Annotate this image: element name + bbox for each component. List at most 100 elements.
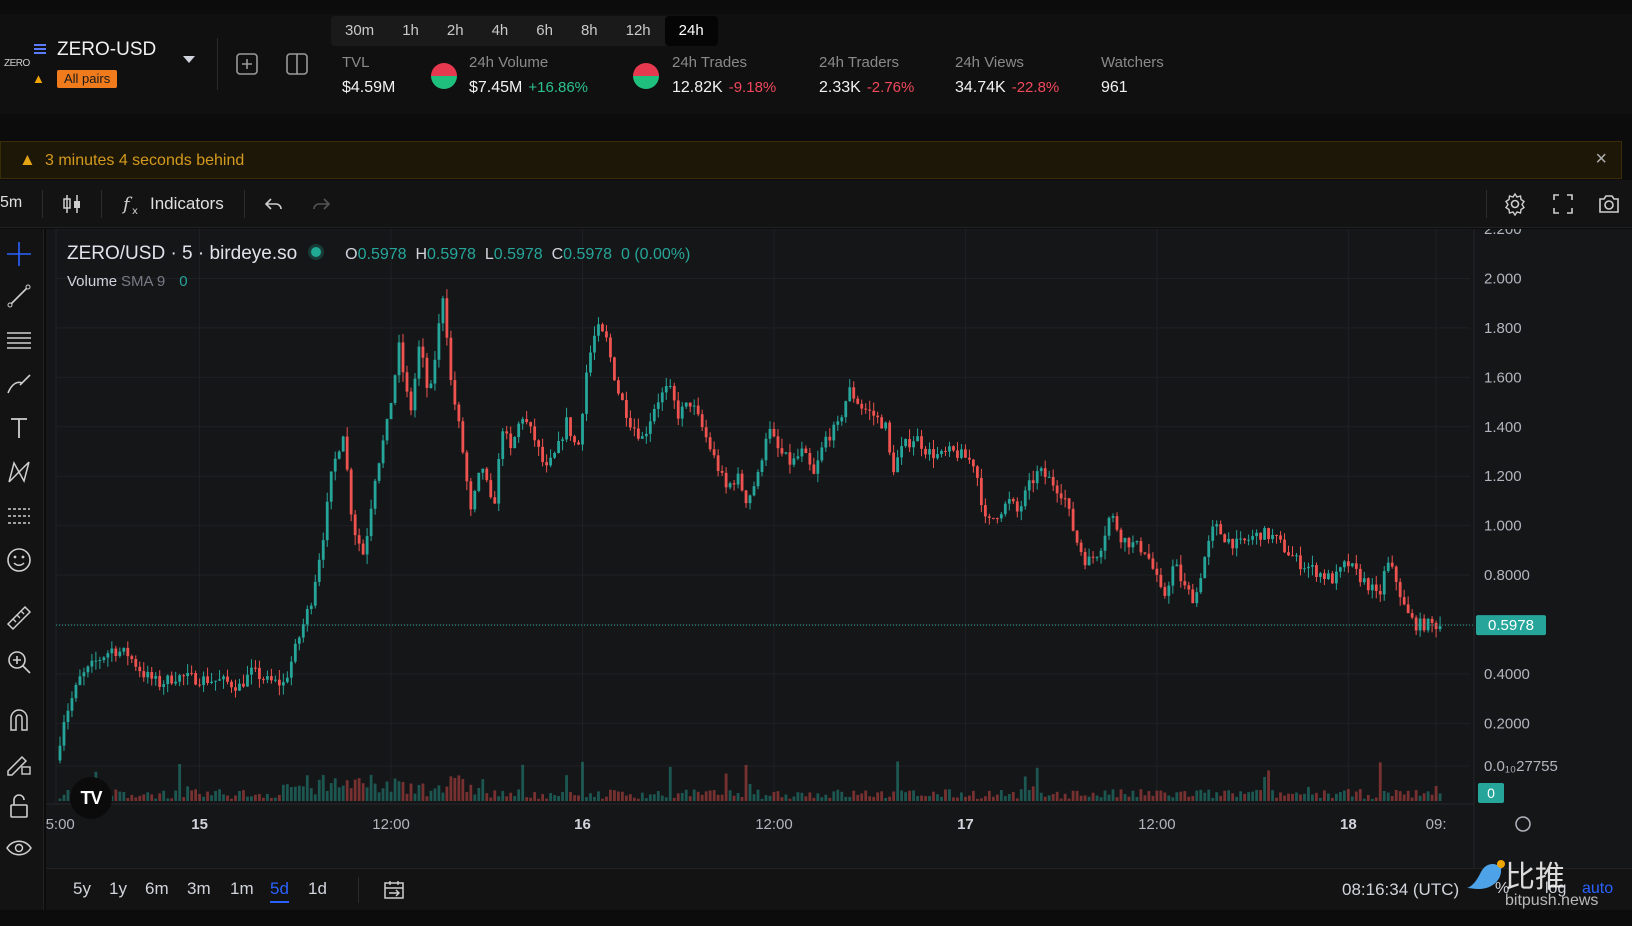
candle-body [856, 398, 860, 404]
volume-bar [752, 794, 756, 801]
candle-body [102, 657, 106, 661]
time-axis[interactable]: 15:00 15 12:00 16 12:00 17 12:00 18 09: [46, 803, 1531, 833]
eye-icon[interactable] [4, 833, 34, 863]
range-3m[interactable]: 3m [187, 879, 211, 899]
candle-body [533, 426, 537, 441]
utc-clock[interactable]: 08:16:34 (UTC) [1342, 880, 1459, 900]
range-5y[interactable]: 5y [73, 879, 91, 899]
timeframe-4h[interactable]: 4h [478, 16, 523, 46]
redo-icon[interactable] [309, 192, 333, 216]
candle-body [421, 346, 425, 358]
volume-bar [1330, 797, 1334, 801]
volume-label[interactable]: Volume [67, 273, 117, 290]
volume-bar [964, 796, 967, 801]
range-1y[interactable]: 1y [109, 879, 127, 899]
camera-icon[interactable] [1597, 192, 1621, 216]
volume-bar [876, 792, 880, 801]
candles-icon[interactable] [60, 192, 84, 216]
interval-button[interactable]: 5m [0, 194, 22, 212]
lock-icon[interactable] [4, 791, 34, 821]
volume-bar [1103, 790, 1107, 801]
add-chart-icon[interactable] [235, 52, 259, 76]
pattern-icon[interactable] [4, 457, 34, 487]
volume-bar [636, 798, 640, 801]
volume-bar [1067, 798, 1071, 801]
range-1m[interactable]: 1m [230, 879, 254, 899]
warning-icon: ▲ [19, 150, 36, 169]
candle-body [1103, 535, 1107, 551]
all-pairs-badge[interactable]: All pairs [57, 70, 118, 88]
horizontal-lines-icon[interactable] [4, 325, 34, 355]
emoji-icon[interactable] [4, 545, 34, 575]
close-icon[interactable]: × [1595, 148, 1607, 171]
candle-body [381, 440, 385, 464]
candle-body [1223, 534, 1227, 543]
timeframe-12h[interactable]: 12h [612, 16, 665, 46]
volume-bar [1087, 796, 1091, 801]
candle-body [198, 684, 201, 686]
volume-bar [481, 779, 485, 801]
candle-body [652, 408, 656, 422]
volume-bar [987, 790, 991, 801]
candle-body [70, 698, 74, 711]
split-layout-icon[interactable] [285, 52, 309, 76]
price-tick-label: 0.4000 [1484, 666, 1530, 683]
price-axis[interactable]: 2.200 2.000 1.800 1.600 1.400 1.200 1.000 0.800… [1473, 229, 1632, 869]
indicators-button[interactable]: Indicators [150, 194, 224, 214]
function-icon[interactable]: f x [121, 192, 145, 216]
tradingview-logo-icon[interactable]: TV [70, 777, 112, 819]
candle-body [82, 672, 86, 677]
candle-body [585, 372, 588, 414]
timeframe-6h[interactable]: 6h [522, 16, 567, 46]
trend-line-icon[interactable] [4, 281, 34, 311]
timeframe-1h[interactable]: 1h [388, 16, 433, 46]
timeframe-8h[interactable]: 8h [567, 16, 612, 46]
pair-name[interactable]: ZERO-USD [57, 39, 156, 61]
candle-body [481, 468, 485, 473]
settings-gear-icon[interactable] [1503, 192, 1527, 216]
candle-body [736, 473, 740, 485]
volume-bar [1386, 792, 1390, 801]
range-6m[interactable]: 6m [145, 879, 169, 899]
undo-icon[interactable] [262, 192, 286, 216]
range-5d[interactable]: 5d [270, 879, 289, 903]
timeframe-24h[interactable]: 24h [664, 16, 718, 46]
price-tick-label: 1.200 [1484, 468, 1522, 485]
candle-body [449, 337, 453, 381]
candle-body [493, 497, 497, 504]
fullscreen-icon[interactable] [1551, 192, 1575, 216]
candle-body [828, 436, 832, 441]
lock-drawing-icon[interactable] [4, 749, 34, 779]
text-tool-icon[interactable] [4, 413, 34, 443]
timeframe-2h[interactable]: 2h [433, 16, 478, 46]
brush-icon[interactable] [4, 369, 34, 399]
prediction-icon[interactable] [4, 501, 34, 531]
timeframe-30m[interactable]: 30m [331, 16, 388, 46]
volume-bar [736, 793, 740, 801]
range-1d[interactable]: 1d [308, 879, 327, 899]
candle-body [94, 660, 98, 662]
candle-body [517, 423, 521, 438]
chart-canvas[interactable]: 2.200 2.000 1.800 1.600 1.400 1.200 1.000 0.800… [46, 229, 1632, 869]
volume-bar [405, 793, 409, 801]
crosshair-icon[interactable] [4, 239, 34, 269]
chevron-down-icon[interactable] [183, 56, 195, 63]
volume-bar [1354, 791, 1358, 801]
volume-bar [1366, 794, 1370, 801]
stat-value: $4.59M [342, 79, 396, 96]
candle-body [549, 457, 552, 466]
price-chart[interactable]: 2.200 2.000 1.800 1.600 1.400 1.200 1.000 0.800… [46, 229, 1632, 910]
candle-body [1402, 597, 1406, 605]
zoom-in-icon[interactable] [4, 647, 34, 677]
date-range-icon[interactable] [382, 878, 406, 902]
price-tick-label: 0.8000 [1484, 567, 1530, 584]
volume-bar [593, 796, 596, 801]
magnet-icon[interactable] [4, 705, 34, 735]
volume-bar [1163, 792, 1167, 801]
ruler-icon[interactable] [4, 603, 34, 633]
volume-bar [613, 790, 616, 801]
candle-body [1299, 555, 1302, 570]
legend-symbol[interactable]: ZERO/USD · 5 · birdeye.so [67, 243, 297, 264]
volume-bar [333, 778, 337, 801]
volume-bar [365, 787, 369, 801]
